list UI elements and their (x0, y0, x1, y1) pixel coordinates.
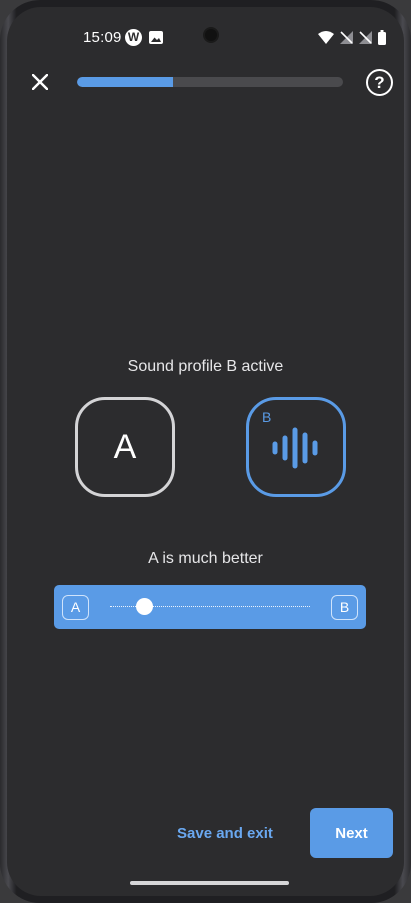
close-icon (32, 74, 48, 90)
status-icons (318, 29, 386, 45)
preference-slider[interactable]: A B (54, 585, 366, 629)
no-signal-icon (340, 30, 353, 44)
sound-profile-a-button[interactable]: A (75, 397, 175, 497)
front-camera (203, 27, 219, 43)
status-bar: 15:09 W (7, 7, 404, 67)
save-and-exit-button[interactable]: Save and exit (177, 825, 287, 842)
progress-bar-fill (77, 77, 173, 87)
slider-thumb[interactable] (135, 598, 153, 615)
slider-end-a-label: A (62, 595, 89, 620)
sound-profile-b-button[interactable]: B (246, 397, 346, 497)
w-app-notification-icon: W (125, 29, 142, 46)
home-indicator[interactable] (130, 881, 289, 885)
battery-icon (378, 29, 386, 45)
help-button[interactable]: ? (366, 69, 393, 96)
app-screen: 15:09 W ? Sound profile B active A B A i… (7, 7, 404, 896)
phone-frame: 15:09 W ? Sound profile B active A B A i… (0, 0, 411, 903)
no-signal-icon-2 (359, 30, 372, 44)
profile-b-label: B (262, 409, 272, 425)
progress-bar (77, 77, 343, 87)
gallery-notification-icon (149, 31, 163, 44)
profile-a-label: A (113, 427, 137, 466)
active-profile-status: Sound profile B active (127, 358, 284, 375)
preference-label: A is much better (148, 550, 263, 567)
wifi-icon (318, 30, 334, 44)
slider-end-b-label: B (331, 595, 358, 620)
close-button[interactable] (27, 69, 53, 95)
sound-wave-icon (272, 427, 318, 469)
status-time: 15:09 (83, 29, 122, 46)
next-button[interactable]: Next (310, 808, 393, 858)
